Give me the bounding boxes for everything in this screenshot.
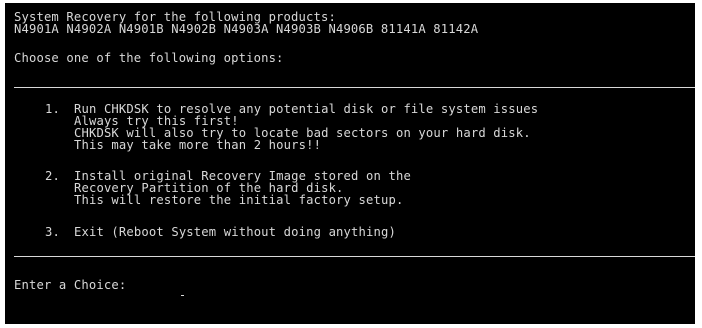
choose-option-heading: Choose one of the following options: (14, 51, 284, 65)
enter-choice-prompt: Enter a Choice: (14, 278, 127, 292)
option-1-line-4: This may take more than 2 hours!! (74, 138, 322, 152)
option-2-number[interactable]: 2. (45, 170, 60, 183)
bottom-divider (14, 256, 695, 257)
option-2-line-3: This will restore the initial factory se… (74, 193, 404, 207)
top-divider (14, 87, 695, 88)
option-1-number[interactable]: 1. (45, 103, 60, 116)
option-3-number[interactable]: 3. (45, 226, 60, 239)
product-list: N4901A N4902A N4901B N4902B N4903A N4903… (14, 22, 479, 36)
console-window: System Recovery for the following produc… (5, 3, 695, 324)
text-cursor (181, 295, 184, 296)
option-3-line-1[interactable]: Exit (Reboot System without doing anythi… (74, 226, 396, 239)
